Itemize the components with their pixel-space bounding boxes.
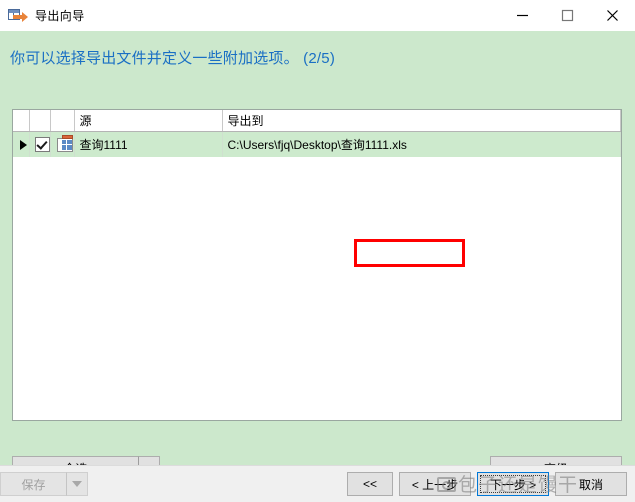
save-button[interactable]: 保存 [0, 472, 66, 496]
wizard-navigation: << < 上一步 下一步 > 取消 [347, 472, 627, 496]
title-bar: 导出向导 [0, 0, 635, 31]
grid-header-row: 源 导出到 [13, 110, 621, 132]
export-wizard-window: 导出向导 你可以选择导出文件并定义一些附加选项。 (2/5) 源 导出到 查询1… [0, 0, 635, 502]
row-indicator-arrow [13, 131, 30, 157]
page-title: 你可以选择导出文件并定义一些附加选项。 (2/5) [10, 50, 336, 67]
red-annotation-box [354, 239, 465, 267]
previous-step-button[interactable]: < 上一步 [399, 472, 471, 496]
table-icon [50, 131, 75, 157]
footer-bar: 保存 << < 上一步 下一步 > 取消 [0, 465, 635, 502]
cell-source[interactable]: 查询1111 [74, 131, 223, 157]
row-checkbox[interactable] [29, 131, 51, 157]
column-header-source[interactable]: 源 [74, 110, 223, 132]
cell-target[interactable]: C:\Users\fjq\Desktop\查询1111.xls [222, 131, 621, 157]
wizard-body: 你可以选择导出文件并定义一些附加选项。 (2/5) 源 导出到 查询1111 C… [0, 31, 635, 480]
first-step-button[interactable]: << [347, 472, 393, 496]
column-header-checkbox[interactable] [29, 110, 51, 132]
minimize-icon[interactable] [500, 0, 545, 31]
column-header-icon [50, 110, 75, 132]
maximize-icon[interactable] [545, 0, 590, 31]
export-wizard-icon [8, 8, 28, 24]
chevron-down-icon[interactable] [66, 472, 88, 496]
window-controls [500, 0, 635, 31]
next-step-button[interactable]: 下一步 > [477, 472, 549, 496]
column-header-target[interactable]: 导出到 [222, 110, 621, 132]
close-icon[interactable] [590, 0, 635, 31]
export-items-grid[interactable]: 源 导出到 查询1111 C:\Users\fjq\Desktop\查询1111… [12, 109, 622, 421]
window-title: 导出向导 [35, 9, 85, 23]
table-row[interactable]: 查询1111 C:\Users\fjq\Desktop\查询1111.xls [13, 131, 621, 157]
save-split-button[interactable]: 保存 [0, 472, 88, 496]
column-header-indicator [13, 110, 30, 132]
cancel-button[interactable]: 取消 [555, 472, 627, 496]
